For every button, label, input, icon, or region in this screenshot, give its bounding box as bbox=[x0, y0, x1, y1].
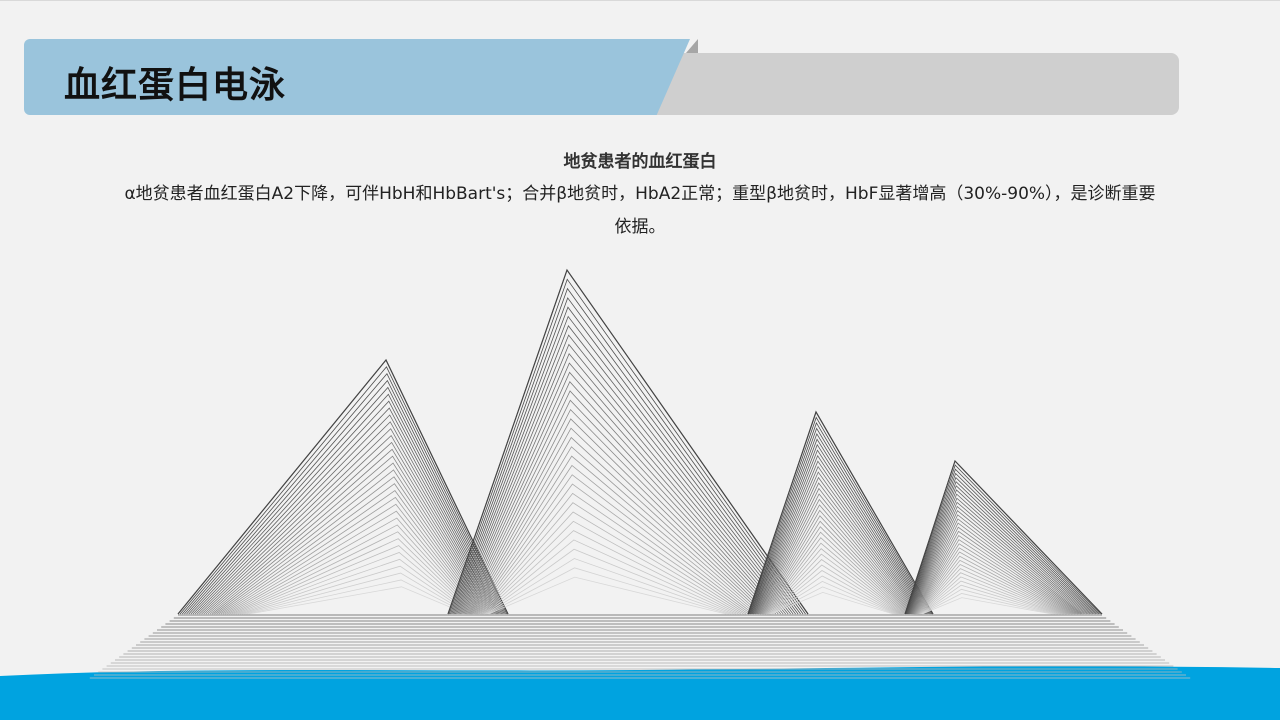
mountain-line-art bbox=[0, 268, 1280, 720]
mountains bbox=[177, 268, 1103, 615]
subtitle: 地贫患者的血红蛋白 bbox=[563, 152, 717, 172]
water-band bbox=[0, 666, 1280, 720]
mountain-line bbox=[192, 407, 500, 615]
top-divider bbox=[0, 0, 1280, 1]
body-text: α地贫患者血红蛋白A2下降，可伴HbH和HbBart's；合并β地贫时，HbA2… bbox=[124, 184, 1156, 237]
mountain-line bbox=[246, 579, 468, 615]
slide: 血红蛋白电泳 地贫患者的血红蛋白 α地贫患者血红蛋白A2下降，可伴HbH和HbB… bbox=[0, 0, 1280, 720]
water-surface bbox=[0, 666, 1280, 720]
page-title: 血红蛋白电泳 bbox=[64, 65, 287, 106]
mountain-line bbox=[921, 597, 1053, 615]
mountain-line bbox=[483, 539, 737, 615]
mountain-line bbox=[248, 586, 467, 615]
mountain-line bbox=[451, 297, 801, 615]
mountain-line bbox=[916, 555, 1068, 615]
mountain-line bbox=[459, 362, 784, 615]
mountain-line bbox=[448, 278, 806, 615]
title-bar-gray bbox=[650, 53, 1179, 115]
